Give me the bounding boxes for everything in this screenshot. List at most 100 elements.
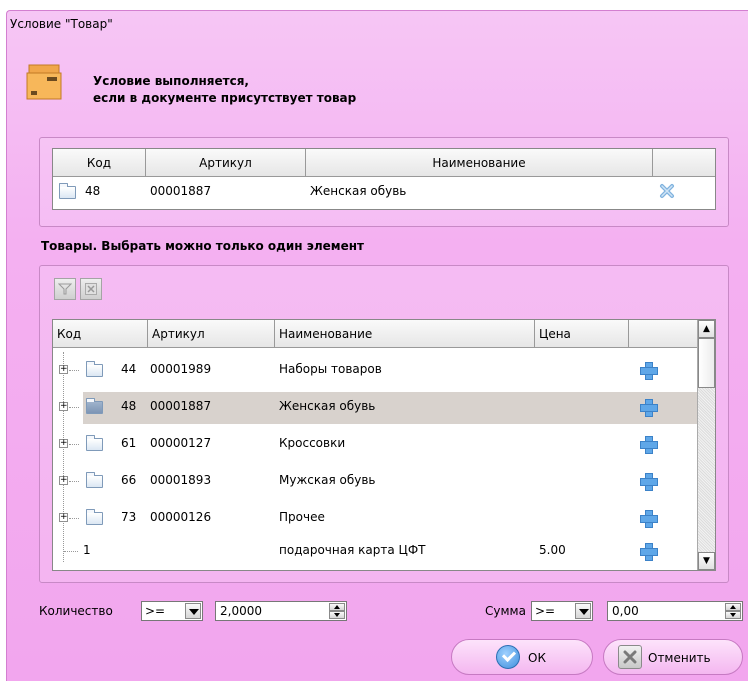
cancel-cross-icon	[623, 650, 637, 664]
col-action	[653, 149, 717, 177]
folder-icon	[86, 398, 103, 414]
add-icon[interactable]	[639, 509, 658, 528]
quantity-operator-select[interactable]: >=	[141, 601, 203, 621]
ok-icon	[496, 645, 520, 669]
col-code[interactable]: Код	[53, 149, 146, 177]
row-code: 61	[121, 436, 137, 450]
row-name: Женская обувь	[279, 399, 376, 413]
filter-button[interactable]	[54, 278, 76, 300]
table-row[interactable]: 48 00001887 Женская обувь	[83, 392, 699, 424]
quantity-input[interactable]: 2,0000	[215, 601, 347, 621]
expand-icon[interactable]: +	[59, 476, 68, 485]
add-icon[interactable]	[639, 398, 658, 417]
box-icon	[26, 64, 62, 100]
row-article: 00001893	[150, 473, 212, 487]
expand-icon[interactable]: +	[59, 513, 68, 522]
table-row[interactable]: + 73 00000126 Прочее	[53, 503, 699, 535]
expand-icon[interactable]: +	[59, 365, 68, 374]
folder-icon	[86, 472, 103, 488]
sum-operator-value: >=	[535, 604, 556, 618]
condition-description: Условие выполняется, если в документе пр…	[93, 73, 356, 107]
scroll-down-button[interactable]: ▼	[698, 552, 715, 570]
selected-grid-header: Код Артикул Наименование	[53, 149, 715, 177]
table-row[interactable]: + 44 00001989 Наборы товаров	[53, 355, 699, 387]
col-name[interactable]: Наименование	[275, 320, 535, 348]
clear-filter-button[interactable]	[80, 278, 102, 300]
table-row[interactable]: 1 подарочная карта ЦФТ 5.00	[53, 536, 699, 568]
table-row[interactable]: + 61 00000127 Кроссовки	[53, 429, 699, 461]
folder-icon	[59, 183, 76, 199]
folder-icon	[86, 361, 103, 377]
row-name: Мужская обувь	[279, 473, 376, 487]
ok-label: ОК	[528, 651, 546, 665]
quantity-operator-value: >=	[145, 604, 166, 618]
row-article: 00001989	[150, 362, 212, 376]
clear-filter-icon	[85, 283, 97, 295]
folder-icon	[86, 509, 103, 525]
ok-button[interactable]: ОК	[451, 639, 593, 675]
selected-grid: Код Артикул Наименование 48 00001887 Жен…	[52, 148, 716, 210]
quantity-value: 2,0000	[220, 604, 262, 618]
row-name: Кроссовки	[279, 436, 346, 450]
folder-icon	[86, 435, 103, 451]
stepper-down-icon[interactable]	[329, 611, 345, 619]
products-label: Товары. Выбрать можно только один элемен…	[41, 239, 364, 253]
add-icon[interactable]	[639, 361, 658, 380]
selected-article: 00001887	[150, 184, 212, 198]
stepper-up-icon[interactable]	[725, 603, 741, 611]
stepper-up-icon[interactable]	[329, 603, 345, 611]
selected-name: Женская обувь	[310, 184, 407, 198]
scroll-up-button[interactable]: ▲	[698, 320, 715, 338]
row-price: 5.00	[539, 543, 566, 557]
col-article[interactable]: Артикул	[146, 149, 306, 177]
col-action	[629, 320, 699, 348]
col-code[interactable]: Код	[53, 320, 148, 348]
remove-icon[interactable]	[659, 183, 675, 199]
window-title: Условие "Товар"	[10, 17, 113, 31]
row-code: 1	[83, 543, 91, 557]
table-row[interactable]: + 66 00001893 Мужская обувь	[53, 466, 699, 498]
row-article: 00000126	[150, 510, 212, 524]
quantity-stepper[interactable]	[329, 603, 345, 619]
selected-row[interactable]: 48 00001887 Женская обувь	[53, 177, 715, 209]
condition-line-1: Условие выполняется,	[93, 74, 249, 88]
products-grid-header: Код Артикул Наименование Цена	[53, 320, 697, 348]
scroll-thumb[interactable]	[698, 338, 715, 388]
row-code: 44	[121, 362, 137, 376]
col-name[interactable]: Наименование	[306, 149, 653, 177]
row-name: Наборы товаров	[279, 362, 382, 376]
sum-input[interactable]: 0,00	[607, 601, 743, 621]
expand-icon[interactable]: +	[59, 402, 68, 411]
products-panel: Код Артикул Наименование Цена + 44 00001…	[39, 265, 729, 583]
add-icon[interactable]	[639, 542, 658, 561]
col-article[interactable]: Артикул	[148, 320, 275, 348]
dialog-window: Условие "Товар" Условие выполняется, есл…	[6, 10, 748, 681]
selected-code: 48	[85, 184, 101, 198]
row-code: 73	[121, 510, 137, 524]
col-price[interactable]: Цена	[535, 320, 629, 348]
cancel-icon	[618, 645, 642, 669]
expand-icon[interactable]: +	[59, 439, 68, 448]
sum-stepper[interactable]	[725, 603, 741, 619]
sum-value: 0,00	[612, 604, 639, 618]
vertical-scrollbar[interactable]: ▲ ▼	[697, 320, 715, 570]
quantity-label: Количество	[39, 604, 113, 618]
row-name: Прочее	[279, 510, 325, 524]
sum-label: Сумма	[485, 604, 526, 618]
row-name: подарочная карта ЦФТ	[279, 543, 426, 557]
row-article: 00001887	[150, 399, 212, 413]
condition-line-2: если в документе присутствует товар	[93, 91, 357, 105]
stepper-down-icon[interactable]	[725, 611, 741, 619]
sum-operator-select[interactable]: >=	[531, 601, 593, 621]
cancel-button[interactable]: Отменить	[603, 639, 743, 675]
chevron-down-icon[interactable]	[185, 603, 201, 619]
chevron-down-icon[interactable]	[575, 603, 591, 619]
row-article: 00000127	[150, 436, 212, 450]
selected-panel: Код Артикул Наименование 48 00001887 Жен…	[39, 137, 729, 227]
row-code: 66	[121, 473, 137, 487]
add-icon[interactable]	[639, 435, 658, 454]
add-icon[interactable]	[639, 472, 658, 491]
filter-icon	[57, 283, 73, 295]
row-code: 48	[121, 399, 137, 413]
cancel-label: Отменить	[648, 651, 711, 665]
